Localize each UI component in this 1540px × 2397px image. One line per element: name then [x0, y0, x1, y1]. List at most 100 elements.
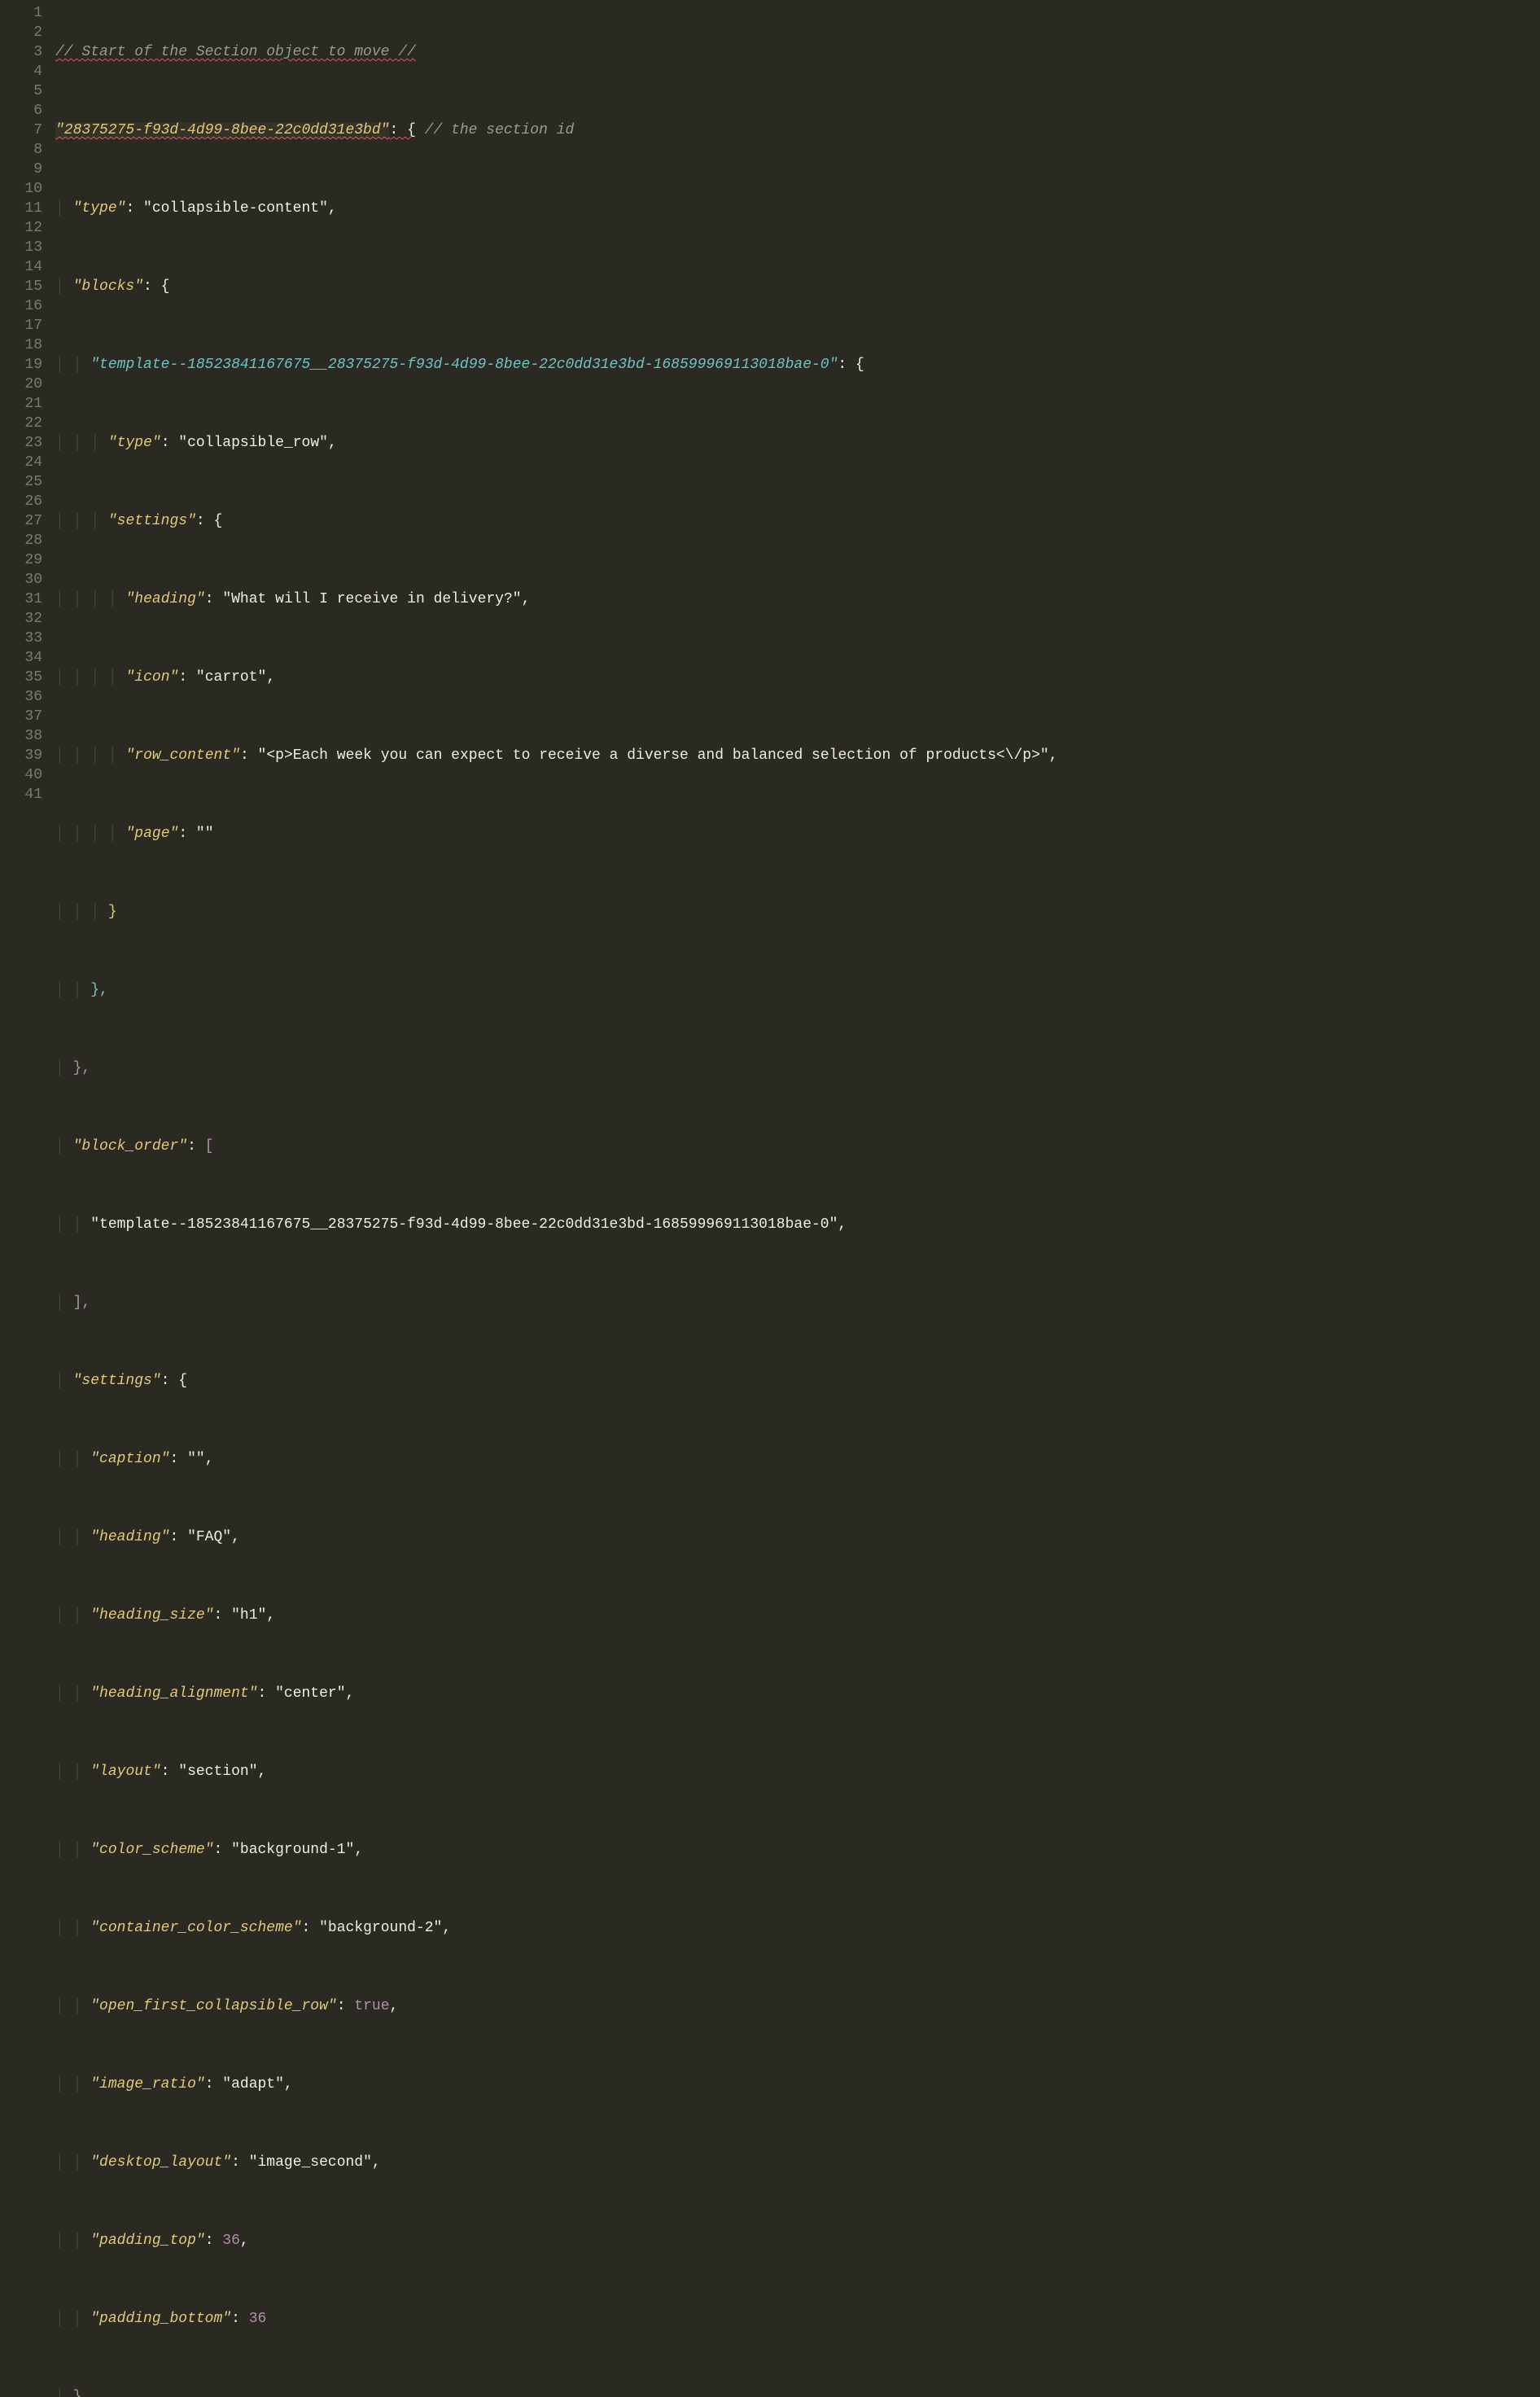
code-line[interactable]: │ │ "color_scheme": "background-1",: [55, 1840, 1540, 1860]
code-line[interactable]: // Start of the Section object to move /…: [55, 42, 1540, 62]
line-number: 17: [0, 316, 42, 335]
json-key: "padding_bottom": [90, 2311, 231, 2327]
json-key: "caption": [90, 1451, 169, 1467]
json-key: "desktop_layout": [90, 2154, 231, 2171]
line-number: 27: [0, 511, 42, 531]
line-number: 21: [0, 394, 42, 414]
code-line[interactable]: │ │ },: [55, 980, 1540, 1000]
code-line[interactable]: │ │ "layout": "section",: [55, 1762, 1540, 1781]
json-key: "padding_top": [90, 2233, 204, 2249]
code-content[interactable]: // Start of the Section object to move /…: [55, 3, 1540, 2397]
code-line[interactable]: │ │ "heading": "FAQ",: [55, 1527, 1540, 1547]
json-bool: true: [354, 1998, 389, 2014]
code-line[interactable]: │ }: [55, 2387, 1540, 2397]
line-number: 18: [0, 335, 42, 355]
json-key: "block_order": [73, 1138, 187, 1155]
code-line[interactable]: │ ],: [55, 1293, 1540, 1312]
json-key: "type": [108, 435, 161, 451]
code-line[interactable]: │ "settings": {: [55, 1371, 1540, 1391]
json-key: "settings": [73, 1373, 161, 1389]
code-line[interactable]: │ │ │ │ "row_content": "<p>Each week you…: [55, 746, 1540, 765]
code-line[interactable]: │ │ "container_color_scheme": "backgroun…: [55, 1918, 1540, 1938]
code-line[interactable]: │ │ │ "settings": {: [55, 511, 1540, 531]
line-number: 29: [0, 550, 42, 570]
code-line[interactable]: │ │ "heading_size": "h1",: [55, 1606, 1540, 1625]
line-number: 9: [0, 160, 42, 179]
code-line[interactable]: │ │ "padding_top": 36,: [55, 2231, 1540, 2250]
code-line[interactable]: │ │ │ │ "heading": "What will I receive …: [55, 589, 1540, 609]
code-line[interactable]: │ │ │ │ "page": "": [55, 824, 1540, 844]
json-string: "background-2": [319, 1920, 442, 1936]
comment-text: // Start of the Section object to move /…: [55, 44, 416, 60]
line-number: 12: [0, 218, 42, 238]
line-number: 20: [0, 375, 42, 394]
code-line[interactable]: │ │ "image_ratio": "adapt",: [55, 2075, 1540, 2094]
json-string: "adapt": [222, 2076, 284, 2092]
json-string: "What will I receive in delivery?": [222, 591, 521, 607]
line-number: 30: [0, 570, 42, 589]
line-number: 5: [0, 81, 42, 101]
line-number: 39: [0, 746, 42, 765]
json-string: "carrot": [196, 669, 266, 686]
code-line[interactable]: │ │ "padding_bottom": 36: [55, 2309, 1540, 2329]
json-key: "open_first_collapsible_row": [90, 1998, 336, 2014]
code-editor[interactable]: 1 2 3 4 5 6 7 8 9 10 11 12 13 14 15 16 1…: [0, 0, 1540, 2397]
code-line[interactable]: │ │ "heading_alignment": "center",: [55, 1684, 1540, 1703]
line-number: 14: [0, 257, 42, 277]
json-string: "collapsible_row": [178, 435, 328, 451]
code-line[interactable]: │ },: [55, 1058, 1540, 1078]
line-number: 37: [0, 707, 42, 726]
line-number: 41: [0, 785, 42, 804]
json-number: 36: [249, 2311, 267, 2327]
json-key: "color_scheme": [90, 1842, 213, 1858]
json-string: "template--18523841167675__28375275-f93d…: [90, 1216, 838, 1233]
json-brace: },: [73, 1060, 91, 1076]
json-key: "28375275-f93d-4d99-8bee-22c0dd31e3bd": [55, 122, 389, 138]
line-number: 40: [0, 765, 42, 785]
code-line[interactable]: │ "type": "collapsible-content",: [55, 199, 1540, 218]
json-string: "h1": [231, 1607, 266, 1624]
json-key: "heading_alignment": [90, 1685, 257, 1702]
line-number: 1: [0, 3, 42, 23]
code-line[interactable]: │ │ "template--18523841167675__28375275-…: [55, 1215, 1540, 1234]
code-line[interactable]: │ │ "open_first_collapsible_row": true,: [55, 1996, 1540, 2016]
json-key: "type": [73, 200, 126, 217]
code-line[interactable]: │ │ "desktop_layout": "image_second",: [55, 2153, 1540, 2172]
line-number: 31: [0, 589, 42, 609]
line-number: 35: [0, 668, 42, 687]
json-key: "heading": [90, 1529, 169, 1545]
code-line[interactable]: │ │ │ │ "icon": "carrot",: [55, 668, 1540, 687]
line-number: 3: [0, 42, 42, 62]
line-number: 6: [0, 101, 42, 121]
code-line[interactable]: │ "blocks": {: [55, 277, 1540, 296]
line-number: 7: [0, 121, 42, 140]
line-number: 22: [0, 414, 42, 433]
json-bracket: ],: [73, 1295, 91, 1311]
line-number: 15: [0, 277, 42, 296]
line-number: 8: [0, 140, 42, 160]
line-number: 19: [0, 355, 42, 375]
code-line[interactable]: "28375275-f93d-4d99-8bee-22c0dd31e3bd": …: [55, 121, 1540, 140]
json-string: "center": [275, 1685, 345, 1702]
json-key: "blocks": [73, 278, 143, 295]
json-key: "heading": [126, 591, 205, 607]
line-number: 26: [0, 492, 42, 511]
json-string: "<p>Each week you can expect to receive …: [258, 747, 1049, 764]
json-string: "background-1": [231, 1842, 354, 1858]
line-number: 11: [0, 199, 42, 218]
code-line[interactable]: │ │ "template--18523841167675__28375275-…: [55, 355, 1540, 375]
code-line[interactable]: │ │ │ "type": "collapsible_row",: [55, 433, 1540, 453]
line-number-gutter: 1 2 3 4 5 6 7 8 9 10 11 12 13 14 15 16 1…: [0, 3, 55, 2397]
line-number: 4: [0, 62, 42, 81]
line-number: 13: [0, 238, 42, 257]
json-string: "FAQ": [187, 1529, 231, 1545]
json-key: "icon": [126, 669, 179, 686]
line-number: 32: [0, 609, 42, 629]
line-number: 16: [0, 296, 42, 316]
line-number: 23: [0, 433, 42, 453]
code-line[interactable]: │ "block_order": [: [55, 1137, 1540, 1156]
code-line[interactable]: │ │ │ }: [55, 902, 1540, 922]
json-string: "": [196, 826, 214, 842]
json-key: "image_ratio": [90, 2076, 204, 2092]
code-line[interactable]: │ │ "caption": "",: [55, 1449, 1540, 1469]
